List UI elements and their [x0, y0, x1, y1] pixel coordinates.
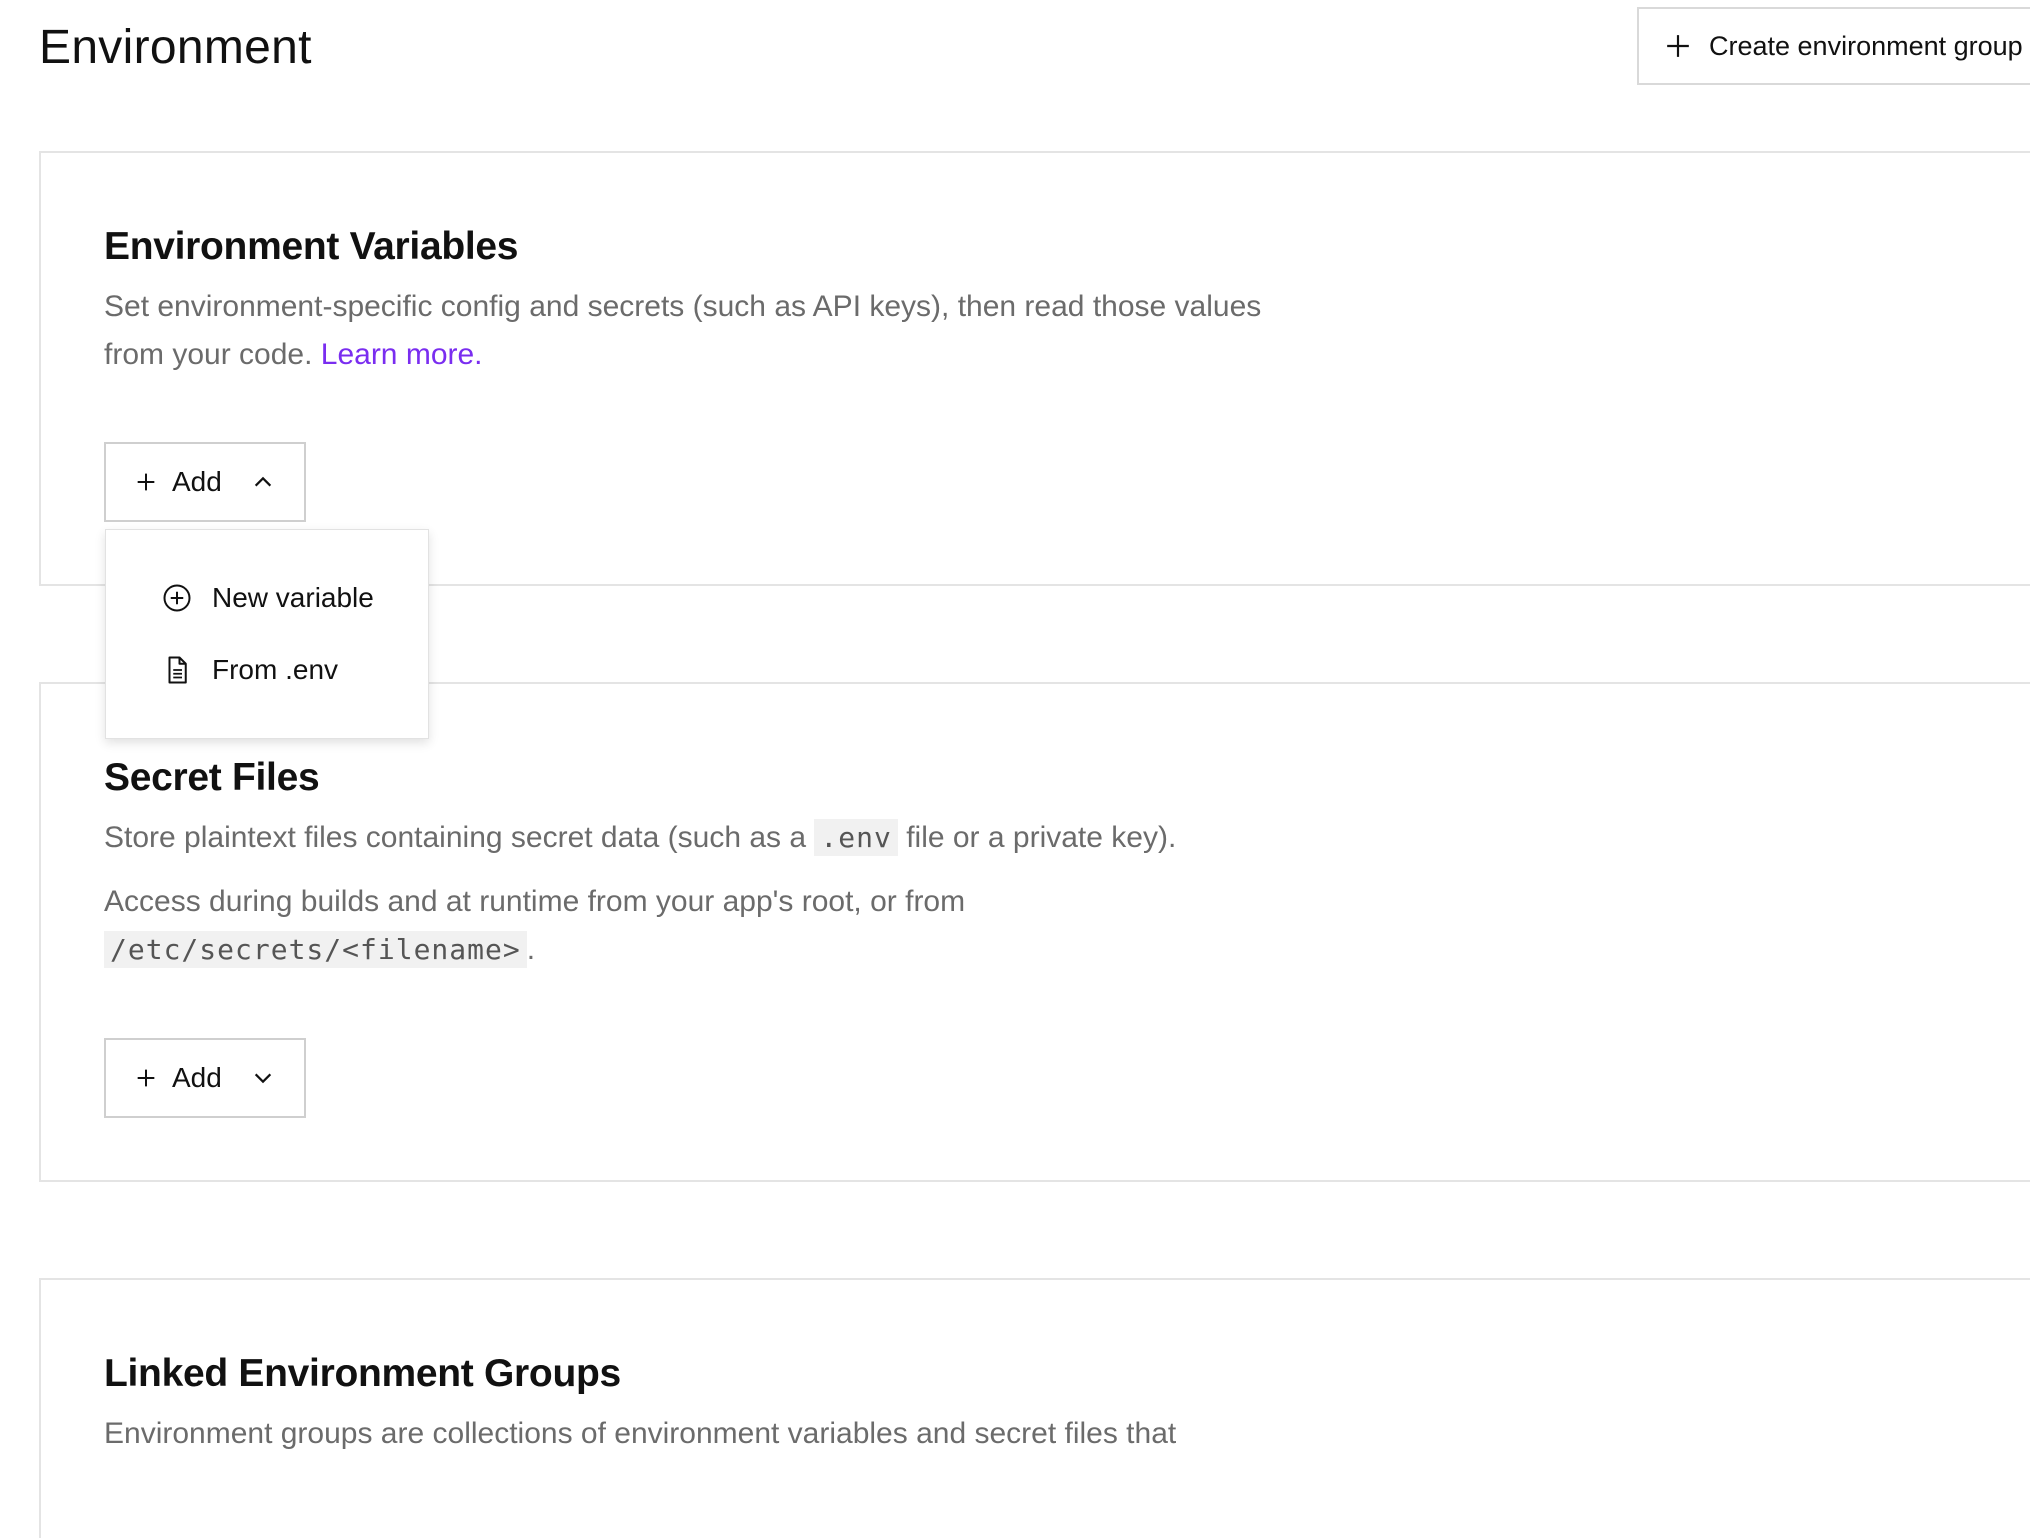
file-icon — [168, 656, 187, 684]
menu-item-new-variable-label: New variable — [212, 582, 374, 613]
page-title: Environment — [39, 21, 312, 74]
linked-environment-groups-section: Linked Environment Groups Environment gr… — [39, 1278, 2030, 1538]
plus-circle-icon — [163, 584, 191, 612]
chevron-down-icon — [254, 1073, 271, 1084]
secret-files-description-1: Store plaintext files containing secret … — [104, 814, 1264, 862]
environment-variables-description: Set environment-specific config and secr… — [104, 283, 1264, 379]
env-vars-add-label: Add — [172, 466, 222, 497]
secret-files-description-2-after: . — [526, 933, 536, 966]
env-vars-add-button[interactable]: Add — [104, 442, 306, 522]
environment-variables-description-text: Set environment-specific config and secr… — [104, 290, 1262, 371]
secret-files-description-2-before: Access during builds and at runtime from… — [104, 885, 966, 918]
create-environment-group-button[interactable]: Create environment group — [1637, 7, 2030, 85]
secrets-path-code: /etc/secrets/<filename> — [104, 931, 527, 968]
plus-icon — [137, 473, 155, 491]
secret-files-description-1-before: Store plaintext files containing secret … — [104, 821, 807, 854]
environment-variables-section: Environment Variables Set environment-sp… — [39, 151, 2030, 586]
secret-files-title: Secret Files — [104, 756, 320, 799]
secret-files-add-button[interactable]: Add — [104, 1038, 306, 1118]
plus-icon — [1667, 35, 1689, 57]
menu-item-from-env-label: From .env — [212, 654, 339, 685]
menu-item-from-env[interactable]: From .env — [162, 646, 338, 694]
secret-files-add-label: Add — [172, 1062, 222, 1093]
env-file-code: .env — [814, 819, 898, 856]
chevron-up-icon — [254, 476, 271, 487]
linked-environment-groups-title: Linked Environment Groups — [104, 1352, 621, 1395]
create-environment-group-label: Create environment group — [1709, 30, 2023, 61]
add-dropdown-menu: New variable From .env — [105, 529, 429, 739]
secret-files-section: Secret Files Store plaintext files conta… — [39, 682, 2030, 1182]
secret-files-description-1-after: file or a private key). — [906, 821, 1177, 854]
menu-item-new-variable[interactable]: New variable — [162, 574, 374, 622]
linked-environment-groups-description: Environment groups are collections of en… — [104, 1417, 1177, 1450]
environment-variables-title: Environment Variables — [104, 225, 519, 268]
plus-icon — [137, 1069, 155, 1087]
secret-files-description-2: Access during builds and at runtime from… — [104, 878, 1264, 974]
learn-more-link[interactable]: Learn more. — [321, 338, 483, 371]
